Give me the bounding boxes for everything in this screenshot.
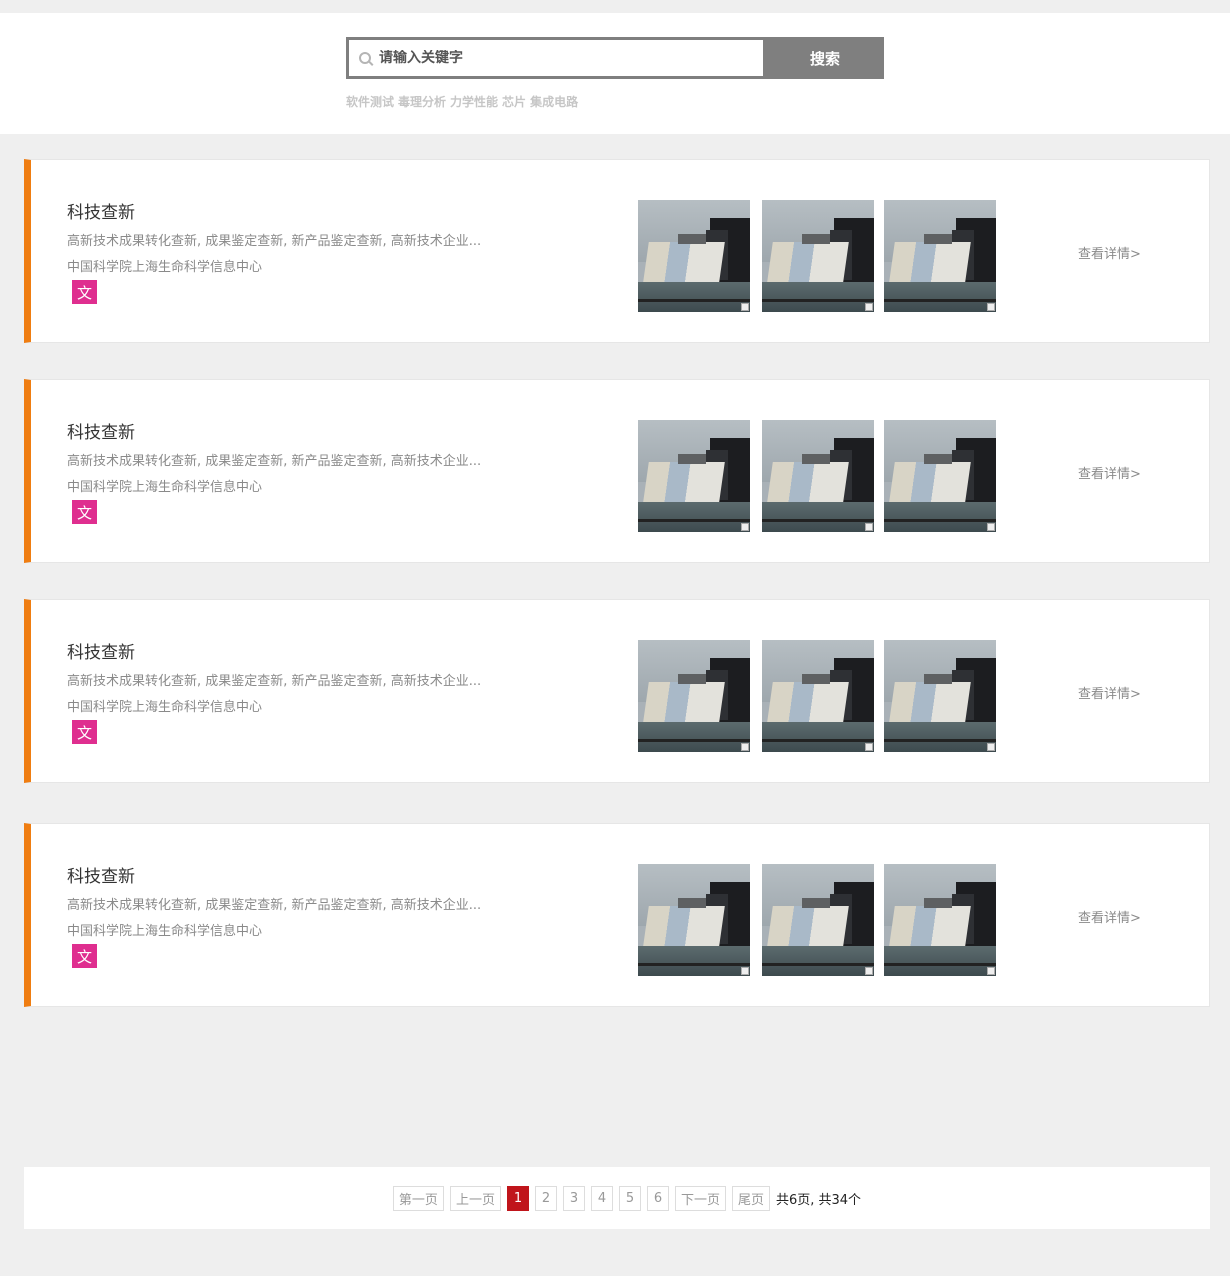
zoom-icon (865, 523, 873, 531)
card-organization: 中国科学院上海生命科学信息中心 (67, 700, 263, 715)
card-description: 高新技术成果转化查新, 成果鉴定查新, 新产品鉴定查新, 高新技术企业... (67, 898, 482, 913)
view-details-link[interactable]: 查看详情> (1078, 463, 1141, 482)
equipment-image[interactable] (762, 420, 874, 532)
hot-keyword-link[interactable]: 毒理分析 (398, 93, 446, 110)
card-title[interactable]: 科技查新 (67, 638, 135, 663)
first-page-button[interactable]: 第一页 (392, 1185, 444, 1211)
zoom-icon (987, 743, 995, 751)
zoom-icon (741, 303, 749, 311)
pagination-summary: 共6页, 共34个 (775, 1192, 862, 1208)
hot-keyword-link[interactable]: 集成电路 (530, 93, 578, 110)
document-badge-icon: 文 (72, 280, 97, 304)
equipment-image[interactable] (638, 640, 750, 752)
card-description: 高新技术成果转化查新, 成果鉴定查新, 新产品鉴定查新, 高新技术企业... (67, 454, 482, 469)
equipment-image[interactable] (638, 200, 750, 312)
prev-page-button[interactable]: 上一页 (449, 1185, 501, 1211)
page-number-current[interactable]: 1 (506, 1185, 529, 1211)
equipment-image[interactable] (762, 864, 874, 976)
hot-keyword-link[interactable]: 芯片 (502, 93, 526, 110)
page-number[interactable]: 2 (534, 1185, 557, 1211)
document-badge-icon: 文 (72, 720, 97, 744)
card-organization: 中国科学院上海生命科学信息中心 (67, 480, 263, 495)
page-number[interactable]: 6 (646, 1185, 669, 1211)
search-box[interactable] (346, 37, 766, 79)
card-description: 高新技术成果转化查新, 成果鉴定查新, 新产品鉴定查新, 高新技术企业... (67, 234, 482, 249)
view-details-link[interactable]: 查看详情> (1078, 243, 1141, 262)
document-badge-icon: 文 (72, 500, 97, 524)
view-details-link[interactable]: 查看详情> (1078, 907, 1141, 926)
equipment-image[interactable] (762, 640, 874, 752)
equipment-image[interactable] (884, 420, 996, 532)
document-badge-icon: 文 (72, 944, 97, 968)
card-title[interactable]: 科技查新 (67, 862, 135, 887)
zoom-icon (741, 967, 749, 975)
zoom-icon (865, 303, 873, 311)
equipment-image[interactable] (638, 420, 750, 532)
next-page-button[interactable]: 下一页 (674, 1185, 726, 1211)
equipment-image[interactable] (884, 200, 996, 312)
card-title[interactable]: 科技查新 (67, 418, 135, 443)
equipment-image[interactable] (884, 640, 996, 752)
card-organization: 中国科学院上海生命科学信息中心 (67, 260, 263, 275)
equipment-image[interactable] (884, 864, 996, 976)
last-page-button[interactable]: 尾页 (731, 1185, 770, 1211)
pagination: 第一页 上一页 1 2 3 4 5 6 下一页 尾页 共6页, 共34个 (24, 1167, 1210, 1229)
hot-keywords: 软件测试 毒理分析 力学性能 芯片 集成电路 (346, 93, 578, 110)
search-header: 搜索 软件测试 毒理分析 力学性能 芯片 集成电路 (0, 13, 1230, 134)
zoom-icon (865, 967, 873, 975)
zoom-icon (741, 523, 749, 531)
card-title[interactable]: 科技查新 (67, 198, 135, 223)
zoom-icon (865, 743, 873, 751)
search-button[interactable]: 搜索 (766, 37, 884, 79)
service-card: 科技查新 高新技术成果转化查新, 成果鉴定查新, 新产品鉴定查新, 高新技术企业… (24, 599, 1210, 783)
hot-keyword-link[interactable]: 力学性能 (450, 93, 498, 110)
service-card: 科技查新 高新技术成果转化查新, 成果鉴定查新, 新产品鉴定查新, 高新技术企业… (24, 159, 1210, 343)
page-number[interactable]: 5 (618, 1185, 641, 1211)
page-number[interactable]: 4 (590, 1185, 613, 1211)
zoom-icon (987, 303, 995, 311)
service-card: 科技查新 高新技术成果转化查新, 成果鉴定查新, 新产品鉴定查新, 高新技术企业… (24, 823, 1210, 1007)
page-number[interactable]: 3 (562, 1185, 585, 1211)
card-organization: 中国科学院上海生命科学信息中心 (67, 924, 263, 939)
zoom-icon (987, 967, 995, 975)
zoom-icon (741, 743, 749, 751)
view-details-link[interactable]: 查看详情> (1078, 683, 1141, 702)
zoom-icon (987, 523, 995, 531)
search-input[interactable] (379, 50, 739, 66)
search-icon (359, 52, 371, 64)
equipment-image[interactable] (762, 200, 874, 312)
card-description: 高新技术成果转化查新, 成果鉴定查新, 新产品鉴定查新, 高新技术企业... (67, 674, 482, 689)
service-card: 科技查新 高新技术成果转化查新, 成果鉴定查新, 新产品鉴定查新, 高新技术企业… (24, 379, 1210, 563)
equipment-image[interactable] (638, 864, 750, 976)
hot-keyword-link[interactable]: 软件测试 (346, 93, 394, 110)
